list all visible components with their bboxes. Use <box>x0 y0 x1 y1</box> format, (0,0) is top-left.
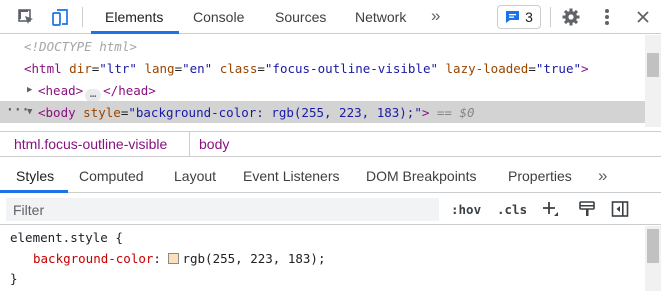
tab-computed[interactable]: Computed <box>79 160 144 192</box>
node-actions-dots-icon[interactable]: ··· <box>6 101 29 123</box>
close-icon[interactable] <box>630 4 656 30</box>
dom-node-doctype[interactable]: <!DOCTYPE html> <box>24 36 137 58</box>
dom-tree: <!DOCTYPE html> <html dir="ltr" lang="en… <box>0 35 661 127</box>
tab-console[interactable]: Console <box>193 0 244 34</box>
body-tag-close: > <box>421 105 430 120</box>
issues-counter-button[interactable]: 3 <box>497 5 541 29</box>
filter-input[interactable] <box>6 198 439 221</box>
doctype-text: <!DOCTYPE html> <box>24 39 137 54</box>
html-tag: <html <box>24 61 62 76</box>
class-toggle-button[interactable]: .cls <box>497 198 527 221</box>
css-colon: : <box>153 251 161 266</box>
breadcrumb: html.focus-outline-visible body <box>0 131 661 157</box>
dom-node-html[interactable]: <html dir="ltr" lang="en" class="focus-o… <box>24 58 589 80</box>
active-subtab-indicator <box>0 190 68 193</box>
hover-state-toggle-button[interactable]: :hov <box>451 198 481 221</box>
computed-styles-paint-icon[interactable] <box>576 198 598 220</box>
breadcrumb-html[interactable]: html.focus-outline-visible <box>14 132 167 157</box>
style-declaration[interactable]: background-color: rgb(255, 223, 183); <box>33 249 325 269</box>
expand-head-triangle-icon[interactable]: ▶ <box>27 85 32 95</box>
breadcrumb-body[interactable]: body <box>199 132 229 157</box>
tab-elements[interactable]: Elements <box>105 0 163 34</box>
styles-filter-bar: :hov .cls <box>0 194 661 225</box>
attr-name: style <box>83 105 121 120</box>
attr-value: "ltr" <box>99 61 137 76</box>
styles-scrollbar-thumb[interactable] <box>647 229 659 263</box>
active-tab-indicator <box>91 31 179 34</box>
toggle-sidebar-panel-icon[interactable] <box>609 198 631 220</box>
collapse-body-triangle-icon[interactable]: ▼ <box>27 107 32 117</box>
add-style-rule-icon[interactable] <box>539 198 561 220</box>
tab-network[interactable]: Network <box>355 0 406 34</box>
tab-layout[interactable]: Layout <box>174 160 216 192</box>
body-tag: <body <box>38 105 76 120</box>
sidebar-tabs: Styles Computed Layout Event Listeners D… <box>0 160 661 193</box>
styles-pane: element.style { background-color: rgb(25… <box>0 226 661 291</box>
color-swatch[interactable] <box>168 253 180 264</box>
head-open-tag: <head> <box>38 83 84 98</box>
attr-value: "en" <box>182 61 213 76</box>
selected-node-marker: == $0 <box>436 105 475 120</box>
head-close-tag: </head> <box>103 83 156 98</box>
settings-gear-icon[interactable] <box>558 4 584 30</box>
css-property-name[interactable]: background-color <box>33 251 153 266</box>
message-icon <box>506 11 520 23</box>
style-rule-selector[interactable]: element.style { <box>10 228 123 248</box>
attr-name: dir <box>69 61 92 76</box>
toolbar-divider <box>82 7 83 27</box>
attr-value: "true" <box>535 61 582 76</box>
html-tag-close: > <box>581 61 589 76</box>
device-toolbar-icon[interactable] <box>47 4 73 30</box>
dom-scrollbar-thumb[interactable] <box>647 53 659 77</box>
tab-dom-breakpoints[interactable]: DOM Breakpoints <box>366 160 476 192</box>
tab-properties[interactable]: Properties <box>508 160 572 192</box>
more-tabs-chevron-icon[interactable]: » <box>431 0 440 34</box>
breadcrumb-divider <box>189 132 190 157</box>
attr-name: lang <box>144 61 175 76</box>
toolbar-divider <box>550 7 551 27</box>
attr-name: lazy-loaded <box>445 61 529 76</box>
attr-name: class <box>219 61 258 76</box>
style-rule-close-brace: } <box>10 271 18 286</box>
inspect-element-icon[interactable] <box>13 4 39 30</box>
attr-value: "background-color: rgb(255, 223, 183);" <box>128 105 422 120</box>
dom-node-body[interactable]: <body style="background-color: rgb(255, … <box>38 102 475 124</box>
kebab-menu-icon[interactable] <box>594 4 620 30</box>
styles-scrollbar[interactable] <box>645 226 661 291</box>
tab-event-listeners[interactable]: Event Listeners <box>243 160 340 192</box>
css-property-value[interactable]: rgb(255, 223, 183); <box>182 251 325 266</box>
dom-node-head[interactable]: <head>… </head> <box>38 80 156 102</box>
tab-styles[interactable]: Styles <box>16 160 54 192</box>
issues-count: 3 <box>525 9 533 25</box>
dom-scrollbar[interactable] <box>645 35 661 127</box>
attr-value: "focus-outline-visible" <box>264 61 438 76</box>
devtools-toolbar: Elements Console Sources Network » 3 <box>0 0 661 34</box>
tab-sources[interactable]: Sources <box>275 0 326 34</box>
more-sidebar-tabs-chevron-icon[interactable]: » <box>598 160 607 192</box>
